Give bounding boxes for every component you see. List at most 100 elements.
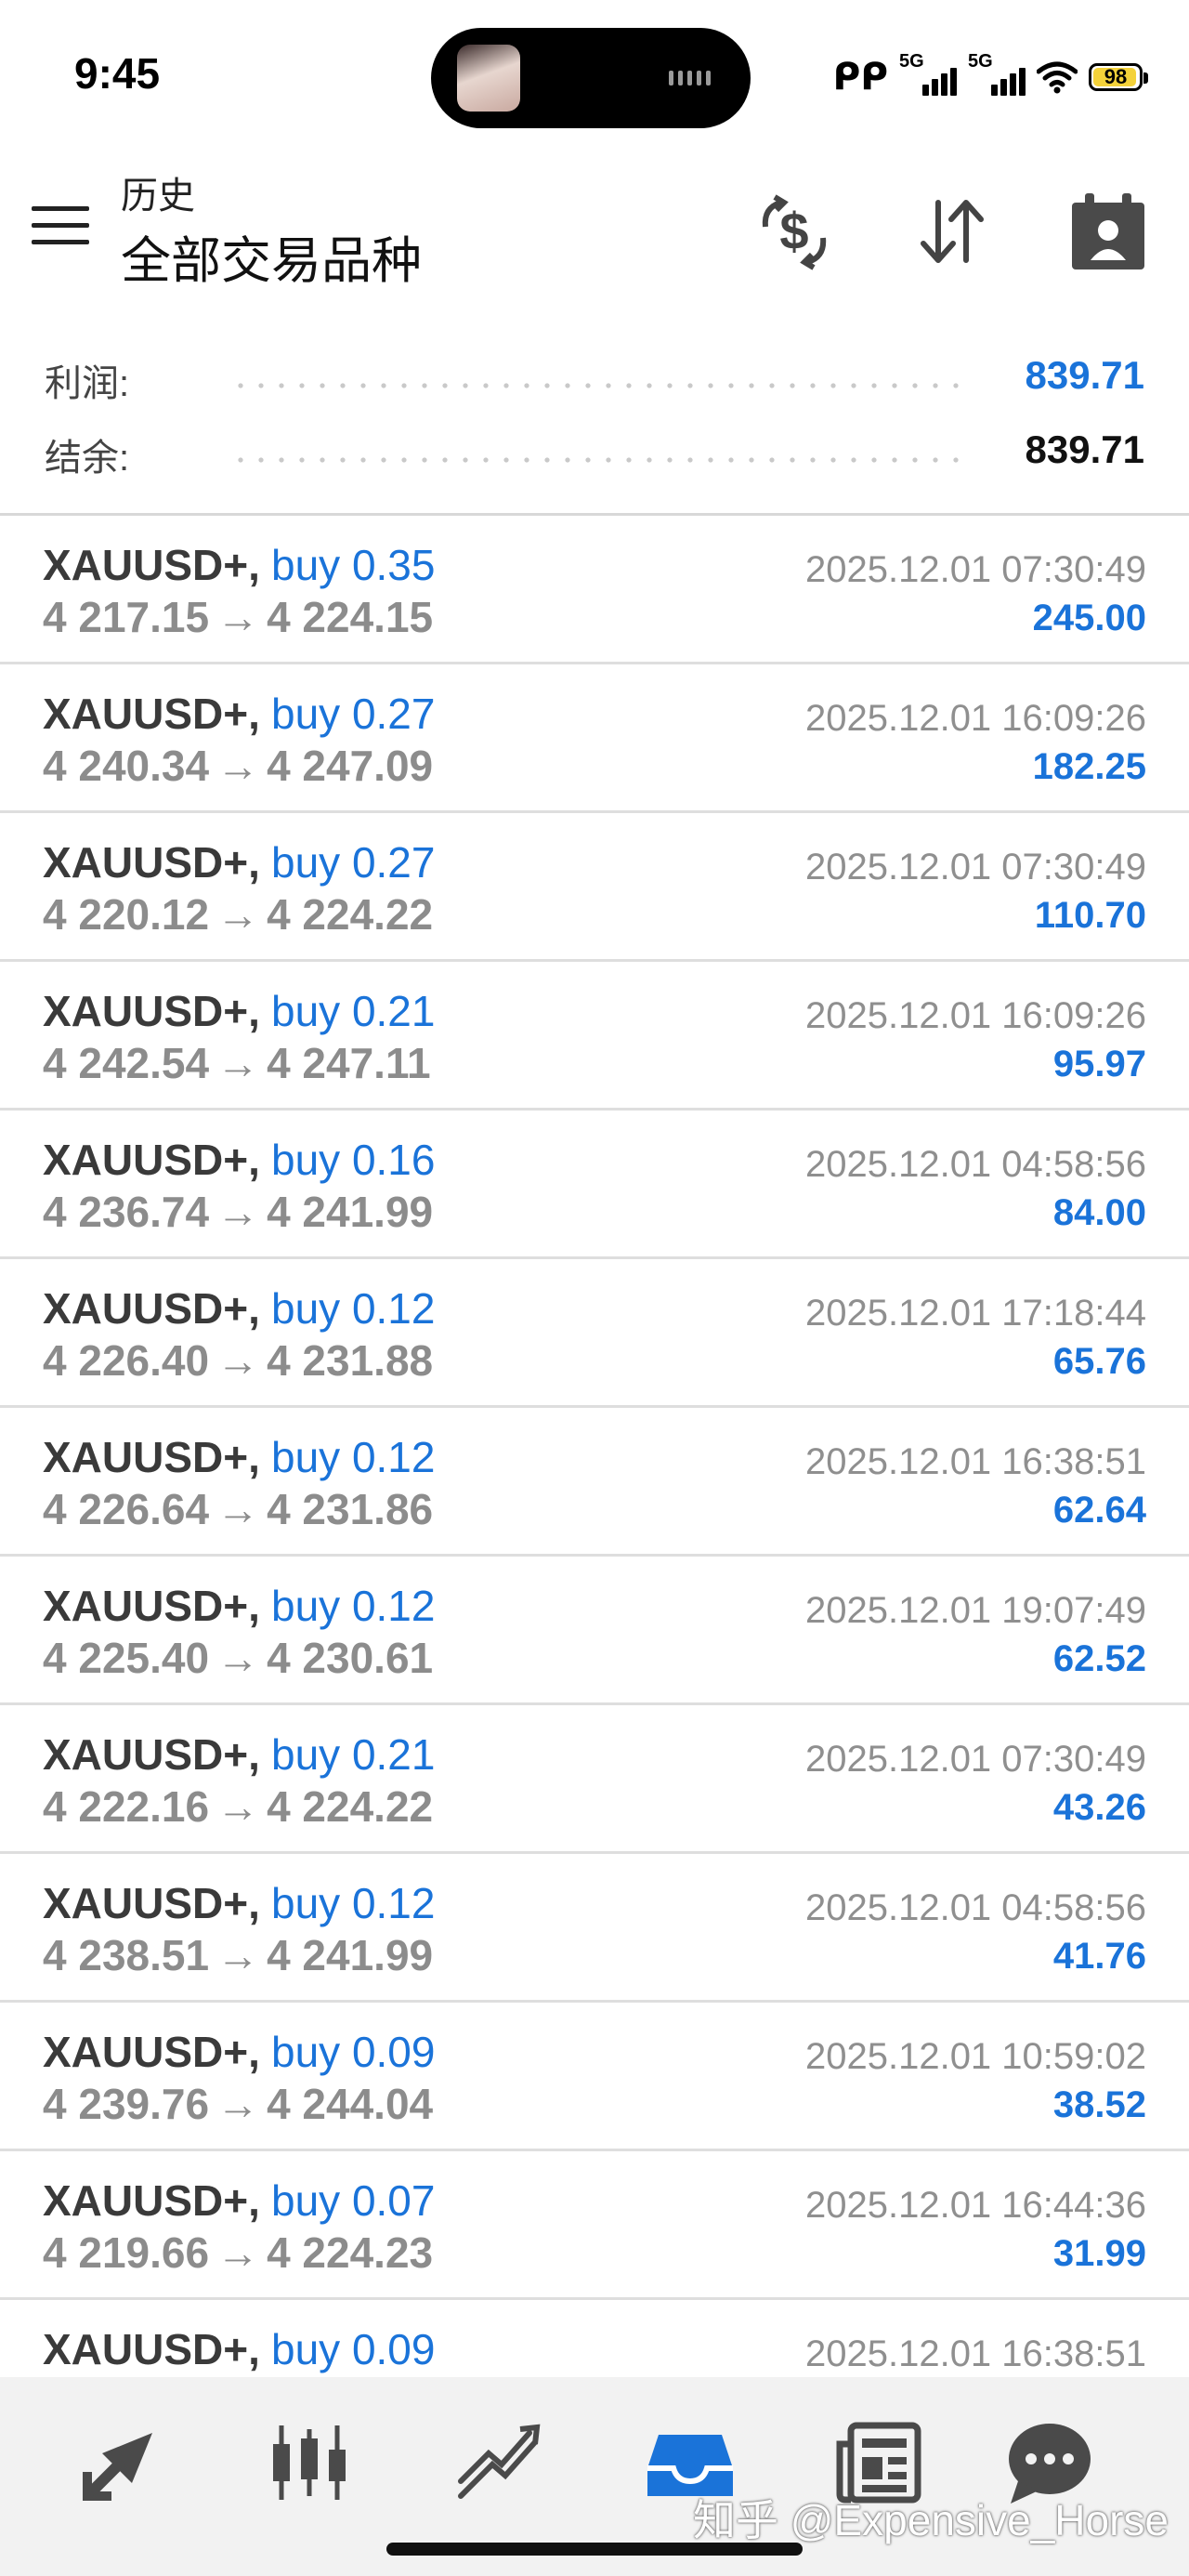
trade-symbol: XAUUSD+, bbox=[43, 2028, 260, 2076]
open-price: 4 219.66 bbox=[43, 2228, 210, 2277]
trade-time: 2025.12.01 10:59:02 bbox=[804, 2036, 1146, 2077]
trade-row[interactable]: XAUUSD+, buy 0.21 4 242.54 → 4 247.11 2025… bbox=[0, 962, 1189, 1111]
app-header: 历史 全部交易品种 $ bbox=[0, 158, 1189, 307]
trade-time: 2025.12.01 07:30:49 bbox=[804, 847, 1146, 887]
trade-side-volume: buy 0.12 bbox=[271, 1582, 436, 1630]
sort-icon[interactable] bbox=[910, 190, 994, 273]
arrow-right-icon: → bbox=[216, 1039, 260, 1087]
profit-label: 利润: bbox=[45, 363, 130, 404]
arrow-right-icon: → bbox=[216, 742, 260, 790]
close-price: 4 224.22 bbox=[267, 1782, 434, 1831]
trade-profit: 41.76 bbox=[1052, 1936, 1146, 1977]
now-playing-avatar bbox=[457, 45, 520, 112]
trade-side-volume: buy 0.12 bbox=[271, 1433, 436, 1481]
chart-icon[interactable] bbox=[263, 2416, 356, 2509]
trade-row[interactable]: XAUUSD+, buy 0.21 4 222.16 → 4 224.22 2025… bbox=[0, 1705, 1189, 1854]
trade-row[interactable]: XAUUSD+, buy 0.12 4 226.64 → 4 231.86 2025… bbox=[0, 1408, 1189, 1557]
calendar-icon[interactable] bbox=[1066, 190, 1150, 273]
close-price: 4 241.99 bbox=[267, 1931, 434, 1979]
trade-profit: 84.00 bbox=[1052, 1192, 1146, 1233]
trade-profit: 182.25 bbox=[1032, 746, 1146, 787]
trade-profit: 62.52 bbox=[1052, 1638, 1146, 1679]
battery-level: 98 bbox=[1104, 65, 1128, 88]
trade-time: 2025.12.01 19:07:49 bbox=[804, 1590, 1146, 1631]
menu-icon[interactable] bbox=[32, 206, 89, 249]
trade-side-volume: buy 0.12 bbox=[271, 1284, 436, 1333]
trade-row[interactable]: XAUUSD+, buy 0.12 4 238.51 → 4 241.99 2025… bbox=[0, 1854, 1189, 2003]
trade-symbol: XAUUSD+, bbox=[43, 1582, 260, 1630]
trade-row[interactable]: XAUUSD+, buy 0.12 4 226.40 → 4 231.88 2025… bbox=[0, 1259, 1189, 1408]
account-summary: 利润: 839.71 结余: 839.71 bbox=[0, 335, 1189, 513]
trade-row[interactable]: XAUUSD+, buy 0.09 → 2025.12.01 16:38:51 bbox=[0, 2300, 1189, 2377]
profit-value: 839.71 bbox=[1025, 353, 1144, 397]
open-price: 4 242.54 bbox=[43, 1039, 210, 1087]
trade-profit: 110.70 bbox=[1034, 895, 1146, 936]
trade-row[interactable]: XAUUSD+, buy 0.35 4 217.15 → 4 224.15 2025… bbox=[0, 516, 1189, 664]
trade-profit: 95.97 bbox=[1052, 1044, 1146, 1084]
trade-time: 2025.12.01 07:30:49 bbox=[804, 1739, 1146, 1780]
trade-symbol: XAUUSD+, bbox=[43, 541, 260, 589]
open-price: 4 239.76 bbox=[43, 2080, 210, 2128]
trade-symbol: XAUUSD+, bbox=[43, 1879, 260, 1927]
balance-value: 839.71 bbox=[1025, 427, 1144, 471]
trade-symbol: XAUUSD+, bbox=[43, 838, 260, 887]
trade-profit: 43.26 bbox=[1052, 1787, 1146, 1828]
trade-history-list[interactable]: XAUUSD+, buy 0.35 4 217.15 → 4 224.15 2025… bbox=[0, 516, 1189, 2377]
watermark: 知乎 @Expensive_Horse bbox=[693, 2496, 1169, 2544]
status-icons: ᑭᑭ 5G 5G 98 bbox=[833, 51, 1148, 100]
dynamic-island[interactable] bbox=[431, 28, 751, 128]
close-price: 4 231.86 bbox=[267, 1485, 434, 1533]
audio-wave-icon bbox=[669, 69, 717, 87]
trade-row[interactable]: XAUUSD+, buy 0.07 4 219.66 → 4 224.23 2025… bbox=[0, 2151, 1189, 2300]
svg-text:$: $ bbox=[779, 202, 808, 260]
quotes-icon[interactable] bbox=[74, 2416, 167, 2509]
trade-row[interactable]: XAUUSD+, buy 0.27 4 240.34 → 4 247.09 2025… bbox=[0, 664, 1189, 813]
network-type-1: 5G bbox=[899, 51, 924, 72]
arrow-right-icon: → bbox=[216, 593, 260, 641]
currency-exchange-icon[interactable]: $ bbox=[752, 190, 836, 273]
trade-prices: 4 217.15 → 4 224.15 bbox=[43, 592, 433, 642]
arrow-right-icon: → bbox=[216, 1782, 260, 1831]
close-price: 4 224.15 bbox=[267, 593, 434, 641]
trade-time: 2025.12.01 04:58:56 bbox=[804, 1887, 1146, 1928]
trade-row[interactable]: XAUUSD+, buy 0.12 4 225.40 → 4 230.61 2025… bbox=[0, 1557, 1189, 1705]
home-indicator[interactable] bbox=[386, 2543, 803, 2556]
close-price: 4 244.04 bbox=[267, 2080, 434, 2128]
trade-side-volume: buy 0.21 bbox=[271, 987, 436, 1035]
trade-prices: 4 219.66 → 4 224.23 bbox=[43, 2228, 433, 2278]
profit-row: 利润: 839.71 bbox=[45, 344, 1144, 409]
trade-side-volume: buy 0.09 bbox=[271, 2028, 436, 2076]
trade-row[interactable]: XAUUSD+, buy 0.27 4 220.12 → 4 224.22 2025… bbox=[0, 813, 1189, 962]
open-price: 4 225.40 bbox=[43, 1634, 210, 1682]
cellular-signal-icon-2: 5G bbox=[968, 51, 1026, 98]
trade-prices: 4 225.40 → 4 230.61 bbox=[43, 1633, 433, 1683]
trade-prices: 4 240.34 → 4 247.09 bbox=[43, 741, 433, 791]
arrow-right-icon: → bbox=[216, 1336, 260, 1385]
arrow-right-icon: → bbox=[216, 1931, 260, 1979]
trade-row[interactable]: XAUUSD+, buy 0.09 4 239.76 → 4 244.04 2025… bbox=[0, 2003, 1189, 2151]
trade-time: 2025.12.01 16:38:51 bbox=[804, 2333, 1146, 2374]
status-time: 9:45 bbox=[74, 49, 161, 98]
trade-time: 2025.12.01 16:09:26 bbox=[804, 995, 1146, 1036]
trade-symbol: XAUUSD+, bbox=[43, 987, 260, 1035]
trade-icon[interactable] bbox=[451, 2416, 544, 2509]
trade-symbol: XAUUSD+, bbox=[43, 1284, 260, 1333]
cellular-signal-icon: 5G bbox=[899, 51, 957, 98]
open-price: 4 217.15 bbox=[43, 593, 210, 641]
close-price: 4 247.11 bbox=[267, 1039, 431, 1087]
trade-profit: 65.76 bbox=[1052, 1341, 1146, 1382]
trade-row[interactable]: XAUUSD+, buy 0.16 4 236.74 → 4 241.99 2025… bbox=[0, 1111, 1189, 1259]
close-price: 4 224.22 bbox=[267, 890, 434, 939]
trade-prices: 4 239.76 → 4 244.04 bbox=[43, 2079, 433, 2129]
close-price: 4 230.61 bbox=[267, 1634, 434, 1682]
close-price: 4 224.23 bbox=[267, 2228, 434, 2277]
trade-time: 2025.12.01 04:58:56 bbox=[804, 1144, 1146, 1185]
trade-side-volume: buy 0.27 bbox=[271, 690, 436, 738]
arrow-right-icon: → bbox=[216, 1188, 260, 1236]
page-title[interactable]: 全部交易品种 bbox=[121, 219, 422, 293]
close-price: 4 241.99 bbox=[267, 1188, 434, 1236]
trade-profit: 62.64 bbox=[1052, 1490, 1146, 1531]
trade-side-volume: buy 0.21 bbox=[271, 1730, 436, 1779]
close-price: 4 247.09 bbox=[267, 742, 434, 790]
open-price: 4 236.74 bbox=[43, 1188, 210, 1236]
